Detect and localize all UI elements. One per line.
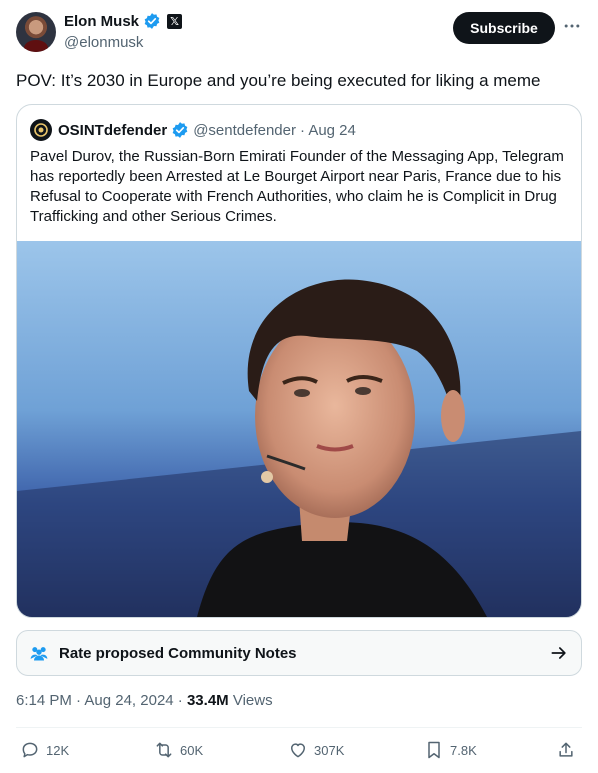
arrow-right-icon[interactable] bbox=[549, 643, 569, 663]
tweet-view: Elon Musk 𝕏 @elonmusk Subscribe POV: It’… bbox=[0, 0, 598, 773]
reply-count: 12K bbox=[46, 742, 70, 758]
bookmark-icon bbox=[428, 741, 440, 759]
avatar[interactable] bbox=[16, 12, 56, 52]
photo[interactable] bbox=[17, 241, 581, 617]
repost-icon bbox=[156, 742, 172, 758]
community-notes-label: Rate proposed Community Notes bbox=[59, 644, 297, 662]
bookmark-button[interactable]: 7.8K bbox=[424, 740, 477, 760]
author-handle[interactable]: @elonmusk bbox=[64, 34, 143, 51]
quote-avatar[interactable] bbox=[30, 119, 52, 141]
verified-icon bbox=[172, 122, 188, 138]
share-button[interactable] bbox=[556, 740, 576, 760]
heart-icon bbox=[291, 743, 305, 758]
verified-icon bbox=[144, 13, 160, 29]
author-row: Elon Musk 𝕏 bbox=[64, 12, 183, 30]
subscribe-button[interactable]: Subscribe bbox=[453, 12, 555, 44]
views-count[interactable]: 33.4M bbox=[187, 692, 229, 709]
quote-date[interactable]: · Aug 24 bbox=[300, 122, 356, 139]
people-icon bbox=[30, 647, 48, 661]
action-bar: 12K 60K 307K 7.8K bbox=[20, 740, 580, 764]
x-affiliation-icon: 𝕏 bbox=[167, 13, 183, 29]
quote-author-handle[interactable]: @sentdefender bbox=[193, 122, 296, 139]
share-icon bbox=[559, 742, 573, 757]
bookmark-count: 7.8K bbox=[450, 742, 477, 758]
community-notes-banner[interactable]: Rate proposed Community Notes bbox=[16, 630, 582, 676]
like-count: 307K bbox=[314, 742, 345, 758]
timestamp-line: 6:14 PM · Aug 24, 2024 · 33.4M Views bbox=[16, 692, 273, 709]
quoted-tweet[interactable]: OSINTdefender @sentdefender · Aug 24 Pav… bbox=[16, 104, 582, 618]
tweet-date[interactable]: · Aug 24, 2024 · bbox=[76, 692, 183, 709]
quote-header: OSINTdefender @sentdefender · Aug 24 bbox=[30, 119, 356, 141]
repost-count: 60K bbox=[180, 742, 204, 758]
tweet-text: POV: It’s 2030 in Europe and you’re bein… bbox=[16, 71, 541, 90]
like-button[interactable]: 307K bbox=[288, 740, 344, 760]
views-label: Views bbox=[232, 692, 273, 709]
reply-button[interactable]: 12K bbox=[20, 740, 69, 760]
more-icon[interactable] bbox=[562, 16, 582, 36]
quote-author-name[interactable]: OSINTdefender bbox=[58, 122, 167, 139]
author-name[interactable]: Elon Musk bbox=[64, 13, 139, 30]
repost-button[interactable]: 60K bbox=[154, 740, 203, 760]
quote-text: Pavel Durov, the Russian-Born Emirati Fo… bbox=[30, 148, 564, 225]
reply-icon bbox=[22, 742, 38, 758]
tweet-time[interactable]: 6:14 PM bbox=[16, 692, 72, 709]
divider bbox=[16, 727, 582, 728]
